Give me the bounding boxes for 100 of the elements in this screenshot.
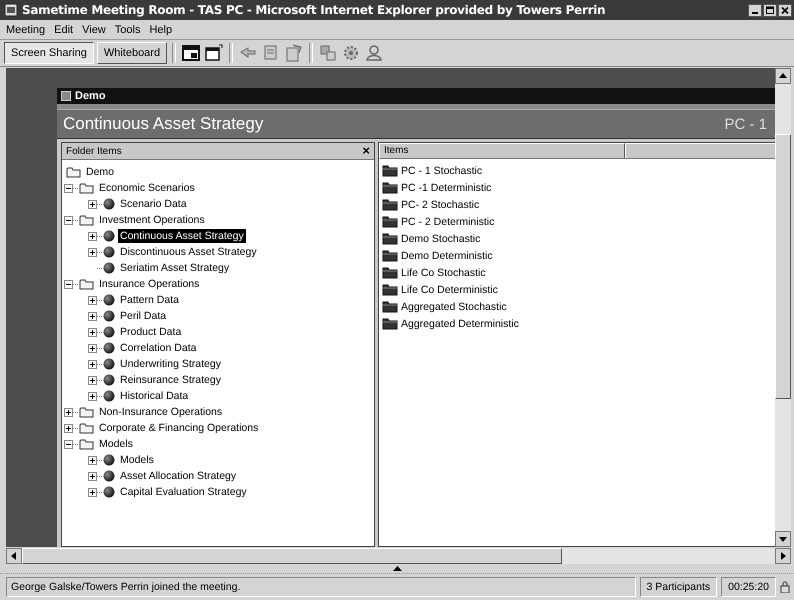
window-icon[interactable] [181, 43, 202, 63]
column-header[interactable]: Items [379, 143, 625, 159]
tree-item[interactable]: Pattern Data [118, 293, 181, 307]
tree-item[interactable]: Peril Data [118, 309, 168, 323]
window-title: Sametime Meeting Room - TAS PC - Microsoft Internet Explorer provided by Towers Perrin [22, 3, 606, 17]
folder-icon [79, 214, 94, 226]
status-message: George Galske/Towers Perrin joined the meeting. [6, 576, 636, 596]
horizontal-scrollbar[interactable] [6, 548, 791, 564]
expand-icon[interactable] [88, 296, 97, 304]
list-item[interactable]: PC- 2 Stochastic [401, 198, 480, 210]
expand-icon[interactable] [88, 376, 97, 384]
window-icon[interactable] [204, 43, 224, 63]
folder-icon [79, 182, 94, 194]
splitter-arrow-icon[interactable] [392, 566, 402, 571]
mode-tab[interactable]: Whiteboard [96, 42, 168, 64]
person-icon[interactable] [364, 43, 384, 63]
tree-item[interactable]: Non-Insurance Operations [97, 405, 224, 419]
tree-item[interactable]: Investment Operations [97, 213, 207, 227]
tree-item[interactable]: Corporate & Financing Operations [97, 421, 260, 435]
expand-icon[interactable] [88, 456, 97, 464]
sphere-icon [103, 342, 115, 354]
tree-item[interactable]: Models [118, 453, 156, 467]
folder-icon [79, 422, 94, 434]
folder-icon [382, 317, 398, 330]
vertical-scrollbar[interactable] [775, 68, 791, 547]
heading: Continuous Asset Strategy [63, 114, 264, 134]
expand-icon[interactable] [88, 344, 97, 352]
expand-icon[interactable] [88, 200, 97, 208]
folder-icon [79, 406, 94, 418]
sphere-icon [103, 326, 115, 338]
sphere-icon [103, 486, 115, 498]
scrollbar-thumb[interactable] [22, 548, 562, 564]
tree-item[interactable]: Asset Allocation Strategy [118, 469, 238, 483]
list-item[interactable]: PC - 2 Deterministic [401, 216, 494, 228]
tree-item[interactable]: Scenario Data [118, 197, 189, 211]
sphere-icon [103, 230, 115, 242]
copy-icon[interactable] [318, 43, 338, 63]
participant-count: 3 Participants [640, 576, 718, 596]
list-item[interactable]: Life Co Deterministic [401, 284, 498, 296]
menu-item[interactable]: Help [149, 24, 172, 36]
expand-icon[interactable] [88, 328, 97, 336]
tree-item[interactable]: Product Data [118, 325, 184, 339]
close-button[interactable]: × [362, 144, 370, 158]
sphere-icon [103, 310, 115, 322]
page-icon[interactable] [284, 43, 304, 63]
tree-item[interactable]: Discontinuous Asset Strategy [118, 245, 259, 259]
collapse-icon[interactable] [64, 184, 73, 192]
expand-icon[interactable] [88, 488, 97, 496]
list-item[interactable]: Demo Deterministic [401, 250, 493, 262]
collapse-icon[interactable] [64, 440, 73, 448]
mode-tab[interactable]: Screen Sharing [4, 42, 94, 64]
list-item[interactable]: Aggregated Deterministic [401, 318, 519, 330]
tree-item[interactable]: Underwriting Strategy [118, 357, 223, 371]
tree-item[interactable]: Capital Evaluation Strategy [118, 485, 249, 499]
maximize-icon[interactable] [763, 4, 777, 16]
menu-item[interactable]: Tools [114, 24, 140, 36]
sphere-icon [103, 262, 115, 274]
tree-item[interactable]: Economic Scenarios [97, 181, 197, 195]
folder-icon [382, 266, 398, 279]
tree-item[interactable]: Historical Data [118, 389, 190, 403]
meeting-time: 00:25:20 [721, 576, 776, 596]
expand-icon[interactable] [64, 424, 73, 432]
menu-item[interactable]: View [82, 24, 106, 36]
folder-icon [66, 166, 81, 178]
tree-item[interactable]: Continuous Asset Strategy [118, 229, 246, 243]
folder-icon [382, 164, 398, 177]
tree-item[interactable]: Insurance Operations [97, 277, 202, 291]
collapse-icon[interactable] [64, 216, 73, 224]
expand-icon[interactable] [88, 312, 97, 320]
tree-item[interactable]: Demo [84, 165, 116, 179]
expand-icon[interactable] [88, 360, 97, 368]
tree-item[interactable]: Reinsurance Strategy [118, 373, 223, 387]
close-icon[interactable] [778, 4, 792, 16]
folder-icon [382, 181, 398, 194]
folder-icon [382, 232, 398, 245]
list-item[interactable]: PC -1 Deterministic [401, 182, 492, 194]
list-item[interactable]: PC - 1 Stochastic [401, 164, 482, 176]
pane-title: Folder Items [66, 146, 122, 156]
collapse-icon[interactable] [64, 280, 73, 288]
folder-icon [382, 283, 398, 296]
list-item[interactable]: Aggregated Stochastic [401, 300, 507, 312]
sphere-icon [103, 454, 115, 466]
folder-icon [382, 215, 398, 228]
sphere-icon [103, 390, 115, 402]
expand-icon[interactable] [88, 232, 97, 240]
expand-icon[interactable] [88, 472, 97, 480]
list-item[interactable]: Life Co Stochastic [401, 266, 486, 278]
menu-item[interactable]: Meeting [6, 24, 46, 36]
expand-icon[interactable] [88, 248, 97, 256]
tree-item[interactable]: Correlation Data [118, 341, 198, 355]
folder-icon [382, 198, 398, 211]
tree-item[interactable]: Seriatim Asset Strategy [118, 261, 232, 275]
expand-icon[interactable] [64, 408, 73, 416]
tree-item[interactable]: Models [97, 437, 135, 451]
list-item[interactable]: Demo Stochastic [401, 232, 480, 244]
menu-item[interactable]: Edit [54, 24, 74, 36]
folder-icon [79, 438, 94, 450]
expand-icon[interactable] [88, 392, 97, 400]
scrollbar-thumb[interactable] [775, 134, 791, 399]
minimize-icon[interactable] [748, 4, 762, 16]
